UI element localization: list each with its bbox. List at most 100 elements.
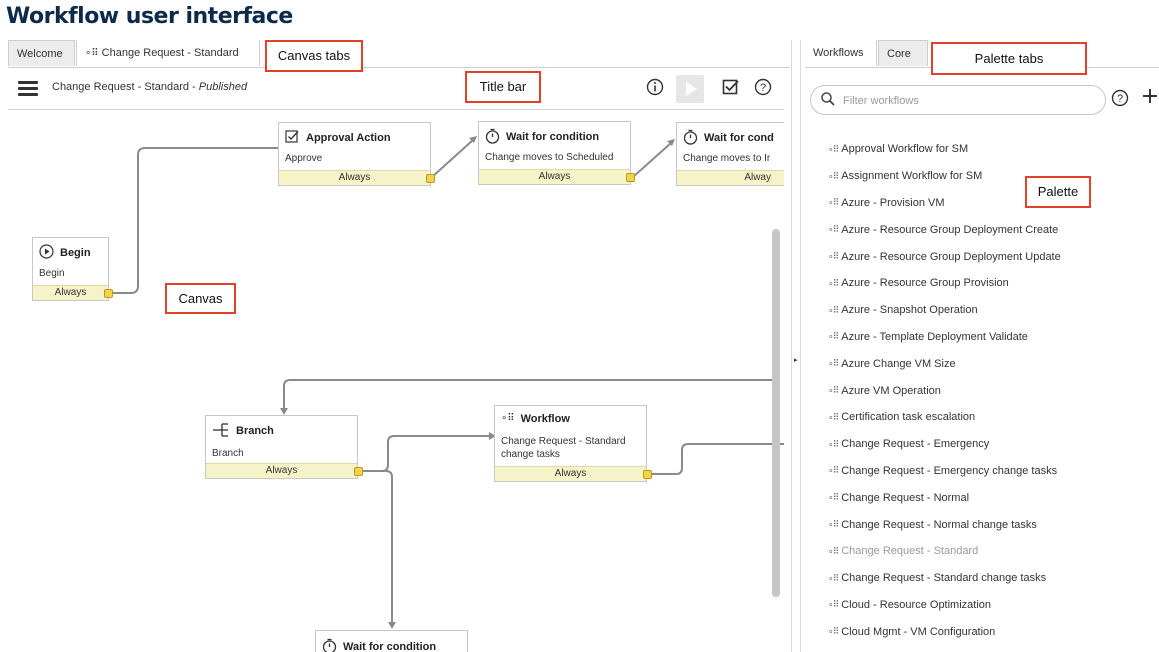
play-icon	[39, 244, 54, 261]
palette-item-label: Azure - Resource Group Provision	[841, 277, 1009, 290]
workflow-icon: ∘⠿	[828, 626, 839, 637]
palette-help-icon[interactable]: ?	[1110, 89, 1130, 109]
palette-item[interactable]: ∘⠿ Change Request - Emergency change task…	[828, 458, 1148, 485]
workflow-icon: ∘⠿	[828, 197, 839, 208]
node-branch[interactable]: Branch Branch Always	[205, 415, 358, 479]
node-title: Wait for cond	[704, 132, 774, 144]
palette-item-label: Azure - Template Deployment Validate	[841, 330, 1028, 343]
link-approval-wait1	[431, 139, 474, 178]
node-header: Wait for condition	[322, 638, 436, 652]
palette-item[interactable]: ∘⠿ Azure - Template Deployment Validate	[828, 324, 1148, 351]
node-branch-port[interactable]	[354, 467, 363, 476]
workflow-icon: ∘⠿	[828, 438, 839, 449]
palette-item[interactable]: ∘⠿ Change Request - Normal change tasks	[828, 511, 1148, 538]
filter-workflows-input[interactable]	[841, 91, 1095, 111]
filter-workflows-field[interactable]	[810, 85, 1106, 115]
palette-item-current[interactable]: ∘⠿ Change Request - Standard	[828, 538, 1148, 565]
palette-item-label: Cloud Mgmt - VM Configuration	[841, 625, 996, 638]
workflow-canvas[interactable]: Begin Begin Always Approval Action Appro…	[8, 110, 784, 652]
canvas-tab-strip: Welcome ∘⠿ Change Request - Standard	[8, 40, 790, 68]
workflow-icon: ∘⠿	[828, 411, 839, 422]
node-header: Approval Action	[285, 129, 391, 146]
link-arrow	[388, 622, 396, 629]
workflow-status: Published	[198, 81, 248, 93]
palette-item[interactable]: ∘⠿ Certification task escalation	[828, 404, 1148, 431]
node-subtitle: Approve	[285, 153, 323, 164]
palette-item[interactable]: ∘⠿ Azure - Resource Group Deployment Crea…	[828, 216, 1148, 243]
workflow-title: Change Request - Standard - Published	[52, 81, 247, 93]
node-wait-for-condition-3[interactable]: Wait for condition	[315, 630, 468, 652]
workflow-icon: ∘⠿	[828, 143, 839, 154]
callout-palette-tabs: Palette tabs	[931, 42, 1087, 75]
timer-icon	[485, 128, 500, 146]
node-condition: Always	[495, 466, 646, 481]
tab-workflows[interactable]: Workflows	[805, 40, 877, 66]
node-approval-port[interactable]	[426, 174, 435, 183]
link-begin-approval	[113, 147, 280, 294]
palette-item[interactable]: ∘⠿ Change Request - Normal	[828, 484, 1148, 511]
palette-item[interactable]: ∘⠿ Azure - Snapshot Operation	[828, 297, 1148, 324]
help-icon[interactable]: ?	[752, 78, 774, 100]
add-workflow-icon[interactable]	[1142, 84, 1158, 110]
tab-core[interactable]: Core	[878, 40, 928, 66]
collapse-arrow-icon[interactable]: ▸	[794, 356, 798, 364]
palette-item[interactable]: ∘⠿ Change Request - Emergency	[828, 431, 1148, 458]
branch-icon	[212, 422, 230, 440]
palette-item[interactable]: ∘⠿ Azure - Provision VM	[828, 190, 1148, 217]
timer-icon	[683, 129, 698, 147]
node-subtitle-line1: Change Request - Standard	[501, 436, 626, 447]
node-wait-for-condition-1[interactable]: Wait for condition Change moves to Sched…	[478, 121, 631, 185]
panel-divider	[791, 40, 792, 652]
palette-item-label: Azure - Snapshot Operation	[841, 304, 978, 317]
palette-item[interactable]: ∘⠿ Azure VM Operation	[828, 377, 1148, 404]
palette-item-label: Azure Change VM Size	[841, 357, 956, 370]
palette-item[interactable]: ∘⠿ Cloud - Resource Optimization	[828, 592, 1148, 619]
node-condition: Always	[279, 170, 430, 185]
menu-icon[interactable]	[18, 81, 38, 96]
timer-icon	[322, 638, 337, 652]
workflow-icon: ∘⠿	[828, 572, 839, 583]
node-workflow[interactable]: ∘⠿ Workflow Change Request - Standard ch…	[494, 405, 647, 482]
palette-item[interactable]: ∘⠿ Assignment Workflow for SM	[828, 163, 1148, 190]
node-begin[interactable]: Begin Begin Always	[32, 237, 109, 301]
tab-label: Workflows	[813, 47, 864, 59]
workflow-icon: ∘⠿	[828, 331, 839, 342]
tab-welcome[interactable]: Welcome	[8, 40, 75, 66]
node-wait-for-condition-2[interactable]: Wait for cond Change moves to Ir Alway	[676, 122, 784, 186]
node-condition: Always	[479, 169, 630, 184]
link-branch-workflow	[360, 435, 489, 472]
tab-label: Change Request - Standard	[101, 47, 239, 59]
run-icon[interactable]	[676, 75, 704, 103]
node-subtitle: Begin	[39, 268, 65, 279]
workflow-icon: ∘⠿	[828, 251, 839, 262]
info-icon[interactable]	[644, 78, 666, 100]
node-subtitle-line2: change tasks	[501, 449, 560, 460]
palette-item[interactable]: ∘⠿ Azure - Resource Group Deployment Upda…	[828, 243, 1148, 270]
link-loop-branch	[283, 379, 778, 408]
svg-text:?: ?	[1117, 93, 1123, 105]
workflow-icon: ∘⠿	[828, 492, 839, 503]
checkbox-icon[interactable]	[720, 78, 742, 100]
palette-item[interactable]: ∘⠿ Change Request - Standard change tasks	[828, 565, 1148, 592]
palette-item[interactable]: ∘⠿ Cloud Mgmt - VM Configuration	[828, 618, 1148, 645]
palette-item-label: Change Request - Emergency	[841, 438, 990, 451]
palette-item[interactable]: ∘⠿ Azure Change VM Size	[828, 350, 1148, 377]
page-heading: Workflow user interface	[6, 4, 293, 29]
node-workflow-port[interactable]	[643, 470, 652, 479]
tab-change-request-standard[interactable]: ∘⠿ Change Request - Standard	[76, 40, 260, 66]
svg-text:?: ?	[760, 82, 766, 94]
palette-item[interactable]: ∘⠿ Approval Workflow for SM	[828, 136, 1148, 163]
palette-item-label: Change Request - Standard change tasks	[841, 572, 1047, 585]
link-workflow-out	[648, 443, 784, 475]
workflow-name: Change Request - Standard	[52, 81, 189, 93]
palette-item-label: Approval Workflow for SM	[841, 143, 969, 156]
link-wait1-wait2	[632, 142, 672, 178]
node-begin-port[interactable]	[104, 289, 113, 298]
canvas-scrollbar[interactable]	[772, 229, 780, 597]
node-approval-action[interactable]: Approval Action Approve Always	[278, 122, 431, 186]
palette-item-label: Change Request - Standard	[841, 545, 979, 558]
palette-item[interactable]: ∘⠿ Azure - Resource Group Provision	[828, 270, 1148, 297]
node-header: Begin	[39, 244, 91, 261]
workflow-icon: ∘⠿	[828, 304, 839, 315]
node-wait1-port[interactable]	[626, 173, 635, 182]
